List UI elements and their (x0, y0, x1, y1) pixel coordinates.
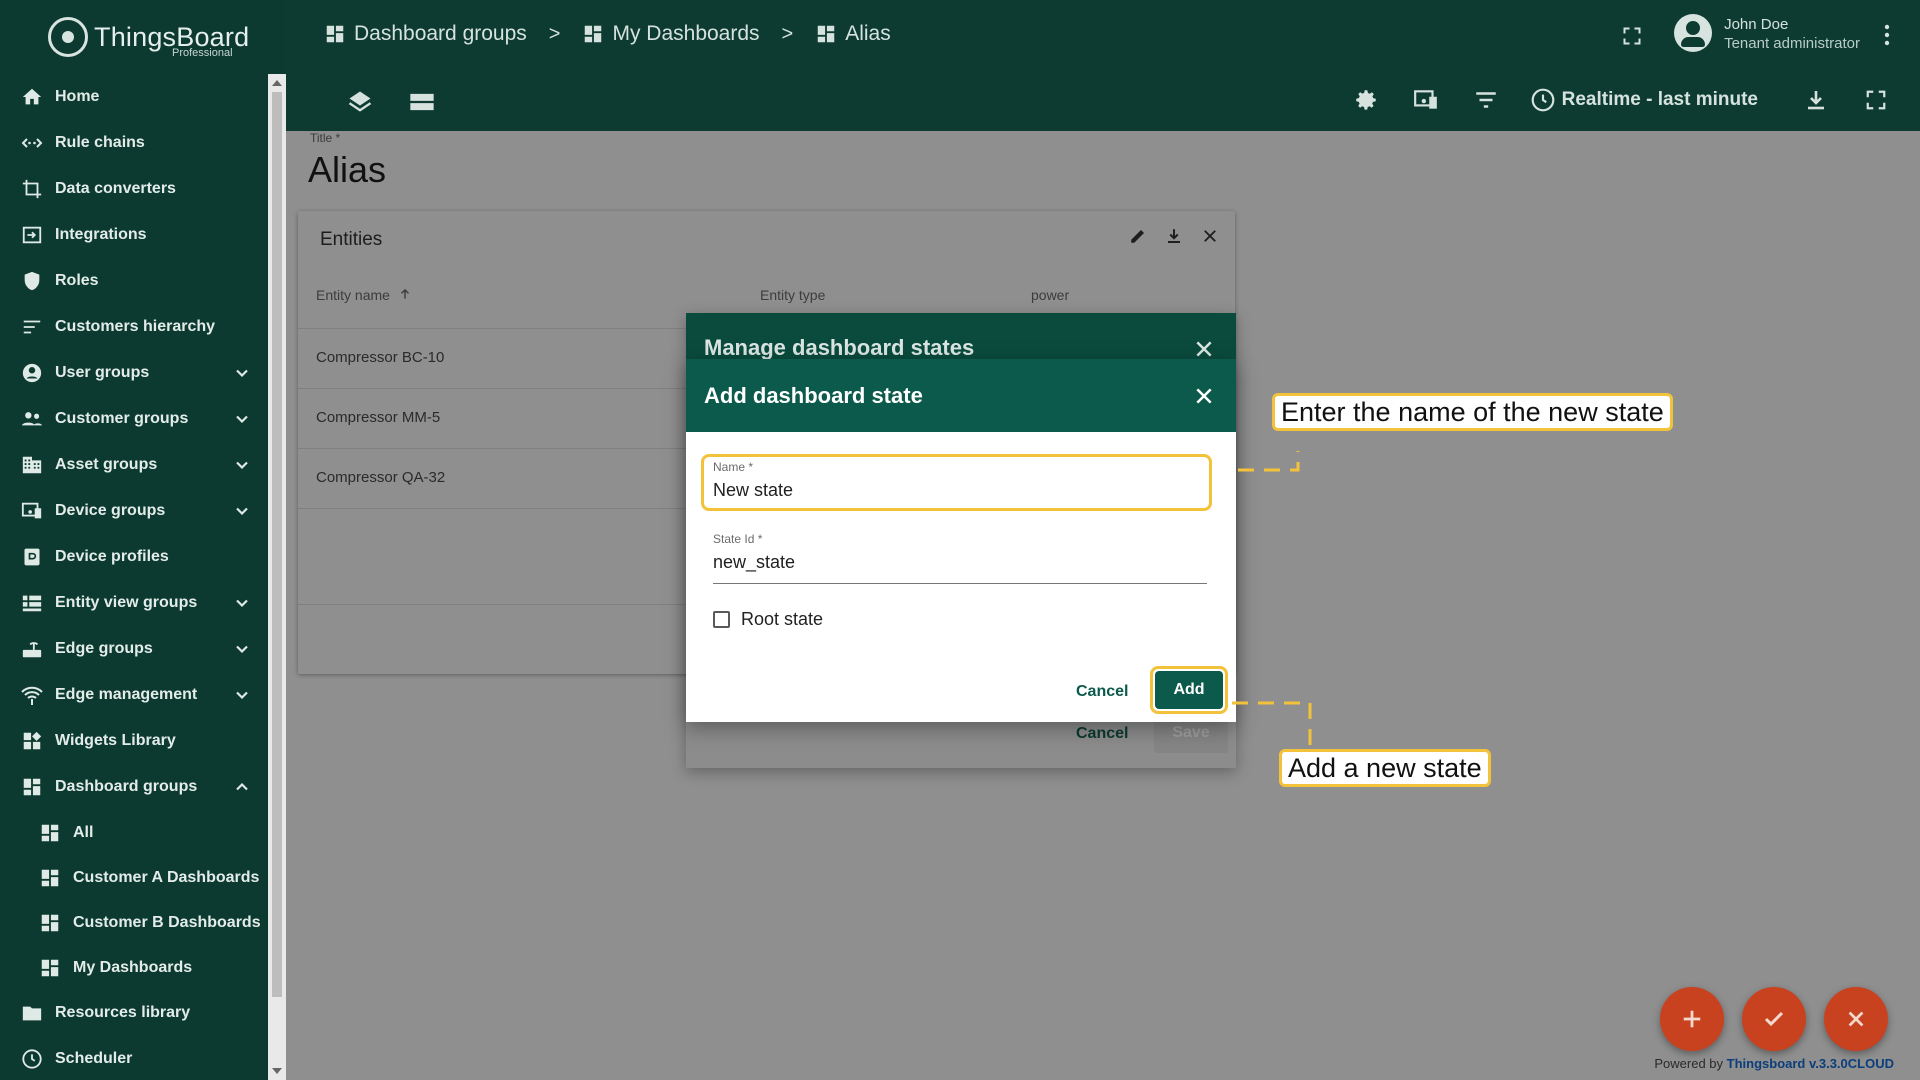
plus-icon (1683, 1010, 1701, 1028)
decline-changes-fab[interactable] (1824, 987, 1888, 1051)
close-icon (1848, 1011, 1864, 1027)
callout-add-state: Add a new state (1279, 749, 1491, 787)
apply-changes-fab[interactable] (1742, 987, 1806, 1051)
callout-leader-lines (1232, 451, 1312, 748)
powered-by: Powered by Thingsboard v.3.3.0CLOUD (1654, 1056, 1894, 1071)
add-widget-fab[interactable] (1660, 987, 1724, 1051)
callout-enter-name: Enter the name of the new state (1272, 393, 1673, 431)
check-icon (1764, 1011, 1784, 1027)
powered-by-link[interactable]: Thingsboard v.3.3.0CLOUD (1727, 1056, 1894, 1071)
